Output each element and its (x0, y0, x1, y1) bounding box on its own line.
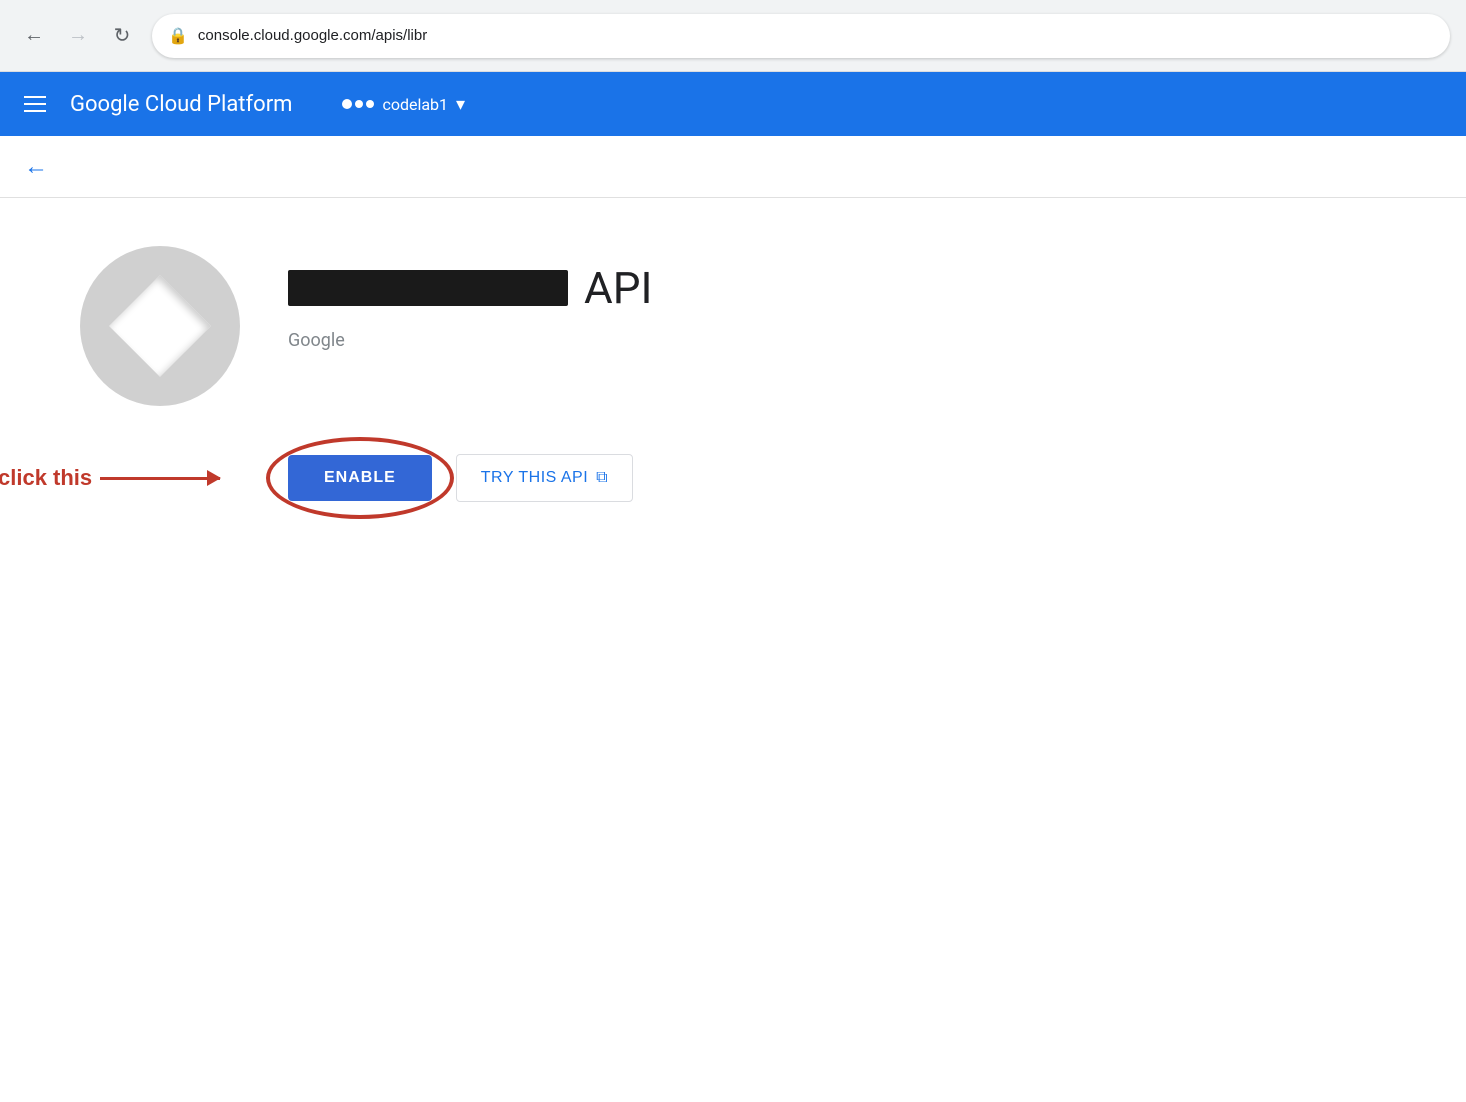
api-name-redacted (288, 270, 568, 306)
enable-button[interactable]: ENABLE (288, 455, 432, 501)
api-info-section: API Google (80, 246, 1386, 406)
forward-button[interactable]: → (60, 18, 96, 54)
dropdown-arrow-icon: ▾ (456, 94, 465, 115)
api-diamond-icon (109, 275, 211, 377)
address-text: console.cloud.google.com/apis/libr (198, 27, 427, 44)
page-back-button[interactable]: ← (24, 152, 48, 181)
lock-icon: 🔒 (168, 26, 188, 45)
gcp-header: Google Cloud Platform codelab1 ▾ (0, 72, 1466, 136)
api-title-suffix: API (584, 262, 652, 314)
api-title-row: API (288, 262, 652, 314)
annotation: click this (0, 465, 220, 491)
api-icon-circle (80, 246, 240, 406)
forward-icon: → (68, 24, 88, 47)
main-content: API Google click this ENABLE TRY THIS AP… (0, 198, 1466, 550)
project-selector[interactable]: codelab1 ▾ (332, 88, 475, 121)
back-button[interactable]: ← (16, 18, 52, 54)
action-buttons-section: click this ENABLE TRY THIS API ⧉ (288, 454, 1386, 502)
enable-button-wrapper: ENABLE (288, 455, 432, 501)
back-icon: ← (24, 24, 44, 47)
api-icon-container (80, 246, 240, 406)
api-details: API Google (288, 246, 652, 351)
project-icon (342, 99, 374, 109)
browser-nav: ← → ↻ (16, 18, 140, 54)
page-nav: ← (0, 136, 1466, 198)
click-this-label: click this (0, 465, 92, 491)
external-link-icon: ⧉ (596, 469, 608, 487)
browser-chrome: ← → ↻ 🔒 console.cloud.google.com/apis/li… (0, 0, 1466, 72)
try-this-api-button[interactable]: TRY THIS API ⧉ (456, 454, 633, 502)
api-provider: Google (288, 330, 652, 351)
gcp-title: Google Cloud Platform (70, 92, 292, 117)
project-name: codelab1 (382, 95, 448, 114)
address-bar[interactable]: 🔒 console.cloud.google.com/apis/libr (152, 14, 1450, 58)
reload-icon: ↻ (114, 23, 131, 48)
page-back-icon: ← (24, 152, 48, 180)
hamburger-menu-button[interactable] (24, 96, 46, 112)
reload-button[interactable]: ↻ (104, 18, 140, 54)
annotation-arrow (100, 477, 220, 480)
try-api-label: TRY THIS API (481, 469, 588, 487)
